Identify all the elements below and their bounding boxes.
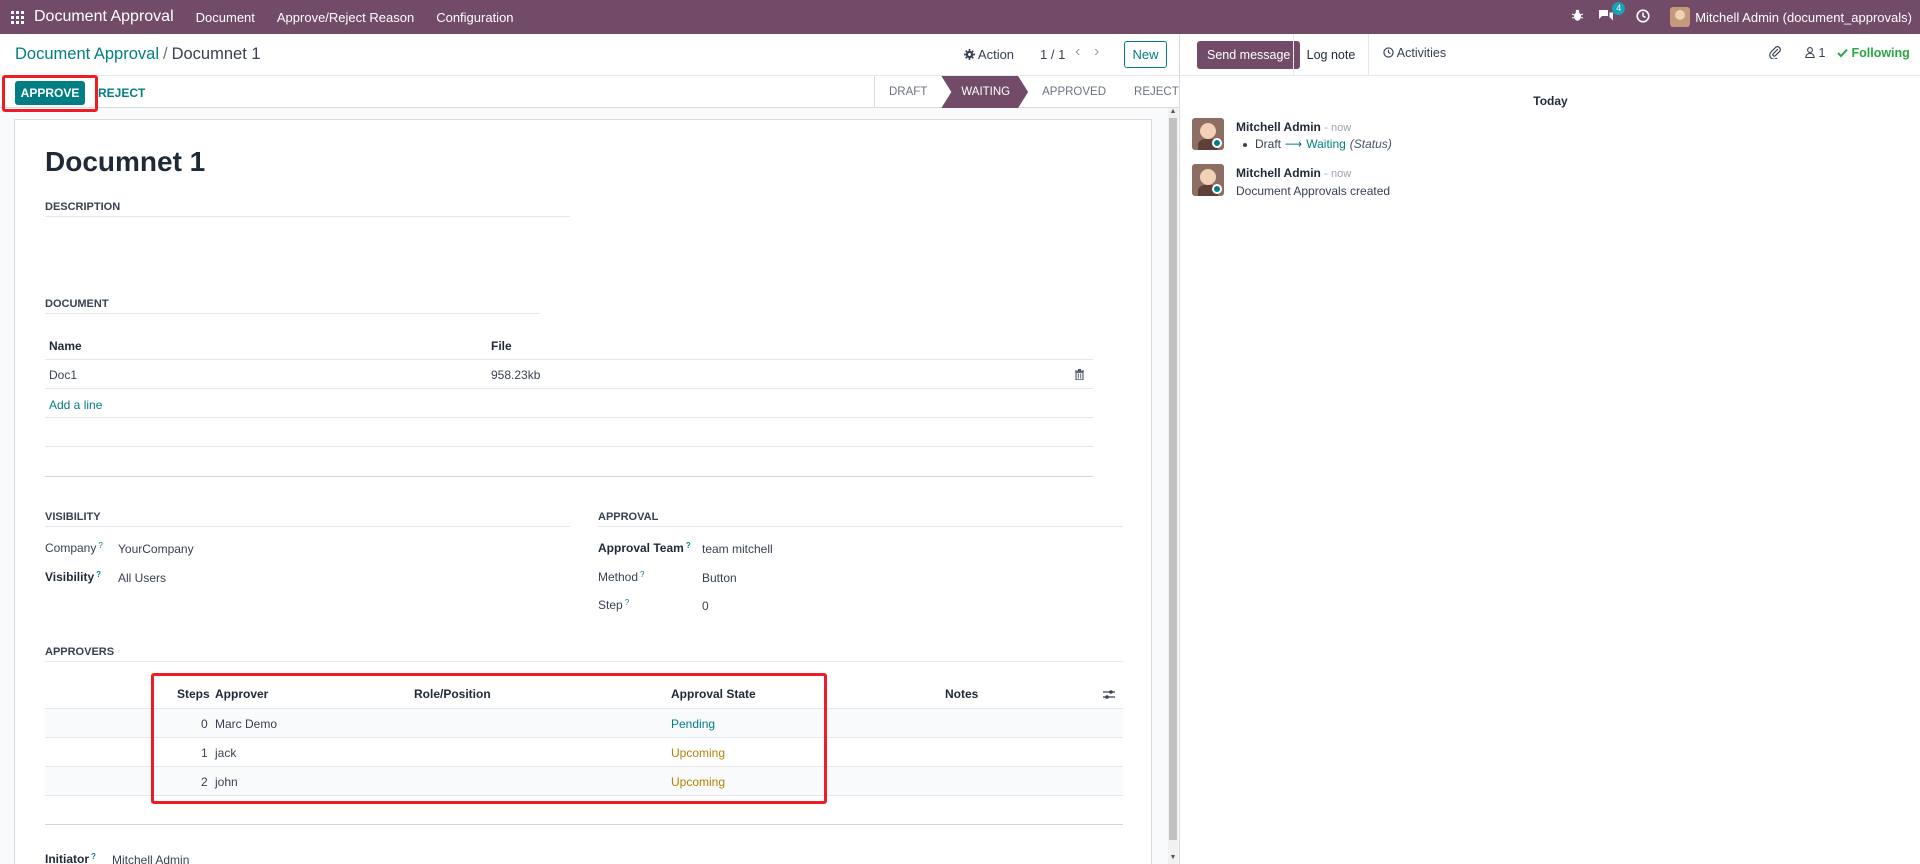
- doc-row-file[interactable]: 958.23kb: [491, 368, 540, 382]
- form-pane: Document Approval / Documnet 1 Action 1 / …: [0, 34, 1180, 864]
- doc-header-line: [45, 359, 1093, 360]
- method-label: Method?: [598, 570, 645, 584]
- stage-waiting[interactable]: WAITING: [941, 76, 1028, 108]
- following-button[interactable]: Following: [1837, 46, 1910, 60]
- breadcrumb-separator: /: [163, 45, 168, 63]
- stage-rejected[interactable]: REJECTED: [1120, 76, 1179, 108]
- add-line-link[interactable]: Add a line: [49, 398, 102, 412]
- approval-team-value[interactable]: team mitchell: [702, 542, 773, 556]
- clock-icon: [1383, 47, 1394, 58]
- scroll-down-icon[interactable]: ▼: [1169, 854, 1177, 861]
- visibility-label: Visibility?: [45, 570, 102, 584]
- message-1-author[interactable]: Mitchell Admin - now: [1236, 120, 1351, 134]
- chatter-topbar: Send message Log note Activities 1 Follo…: [1181, 34, 1920, 76]
- message-2-body: Document Approvals created: [1236, 184, 1391, 198]
- activity-clock-icon[interactable]: [1636, 8, 1650, 26]
- user-avatar: [1670, 7, 1691, 27]
- control-panel: Document Approval / Documnet 1 Action 1 / …: [0, 34, 1179, 75]
- approval-team-label: Approval Team?: [598, 541, 691, 555]
- record-title[interactable]: Documnet 1: [45, 146, 205, 178]
- chat-badge: 4: [1612, 2, 1626, 15]
- doc-col-name[interactable]: Name: [49, 339, 82, 353]
- attachment-paperclip-icon[interactable]: [1769, 45, 1781, 62]
- scroll-up-icon[interactable]: ▲: [1169, 108, 1177, 115]
- visibility-section-title: VISIBILITY: [45, 511, 101, 523]
- top-navbar: Document Approval Document Approve/Rejec…: [0, 0, 1920, 34]
- method-value[interactable]: Button: [702, 571, 737, 585]
- menu-document[interactable]: Document: [196, 10, 255, 25]
- stage-approved[interactable]: APPROVED: [1028, 76, 1120, 108]
- followers-button[interactable]: 1: [1805, 46, 1825, 60]
- new-button[interactable]: New: [1124, 41, 1167, 68]
- visibility-divider: [45, 526, 570, 527]
- company-value[interactable]: YourCompany: [118, 542, 194, 556]
- app-brand[interactable]: Document Approval: [34, 8, 174, 26]
- chatter-pane: Send message Log note Activities 1 Follo…: [1181, 34, 1920, 864]
- approver-col-notes[interactable]: Notes: [945, 687, 978, 701]
- form-sheet: Documnet 1 DESCRIPTION DOCUMENT Name Fil…: [14, 119, 1152, 864]
- stage-draft[interactable]: DRAFT: [875, 76, 941, 108]
- action-menu-button[interactable]: Action: [964, 47, 1014, 62]
- breadcrumb: Document Approval / Documnet 1: [15, 45, 261, 64]
- doc-col-file[interactable]: File: [491, 339, 512, 353]
- approvers-divider: [45, 661, 1123, 662]
- gear-icon: [964, 49, 975, 60]
- menu-configuration[interactable]: Configuration: [436, 10, 513, 25]
- breadcrumb-current: Documnet 1: [171, 45, 261, 63]
- initiator-value[interactable]: Mitchell Admin: [112, 853, 189, 864]
- debug-bug-icon[interactable]: [1571, 9, 1584, 25]
- chat-icon[interactable]: 4: [1598, 2, 1626, 25]
- approval-divider: [598, 526, 1123, 527]
- approve-highlight-box: [2, 75, 98, 112]
- user-icon: [1805, 47, 1815, 59]
- check-icon: [1837, 48, 1848, 58]
- pager-prev-icon[interactable]: ‹: [1075, 43, 1080, 61]
- following-label: Following: [1851, 46, 1910, 60]
- log-note-button[interactable]: Log note: [1293, 34, 1369, 76]
- approvers-section-title: APPROVERS: [45, 646, 115, 658]
- breadcrumb-parent[interactable]: Document Approval: [15, 45, 159, 63]
- trash-icon[interactable]: [1075, 369, 1084, 380]
- action-label: Action: [977, 47, 1015, 62]
- reject-button[interactable]: REJECT: [98, 86, 145, 100]
- online-status-dot: [1212, 184, 1222, 194]
- doc-row-line-2: [45, 417, 1093, 418]
- pager-value[interactable]: 1 / 1: [1040, 47, 1065, 62]
- doc-table-bottom: [45, 476, 1093, 477]
- doc-row-line: [45, 388, 1093, 389]
- message-2-author[interactable]: Mitchell Admin - now: [1236, 166, 1351, 180]
- company-label: Company?: [45, 541, 103, 555]
- online-status-dot: [1212, 138, 1222, 148]
- arrow-right-icon: ⟶: [1285, 137, 1303, 151]
- description-divider: [45, 216, 570, 217]
- menu-approve-reject-reason[interactable]: Approve/Reject Reason: [277, 10, 414, 25]
- status-bar: APPROVE REJECT DRAFT WAITING APPROVED RE…: [0, 75, 1179, 112]
- apps-menu-icon[interactable]: [0, 0, 34, 34]
- step-label: Step?: [598, 598, 630, 612]
- scroll-thumb[interactable]: [1169, 118, 1177, 840]
- message-1-tracking: Draft ⟶ Waiting (Status): [1243, 137, 1392, 151]
- column-settings-icon[interactable]: [1103, 689, 1115, 700]
- stage-pipeline: DRAFT WAITING APPROVED REJECTED: [874, 76, 1179, 108]
- send-message-button[interactable]: Send message: [1197, 41, 1301, 69]
- followers-count: 1: [1818, 46, 1826, 60]
- activities-label: Activities: [1396, 46, 1447, 60]
- description-section-title: DESCRIPTION: [45, 201, 121, 213]
- user-name: Mitchell Admin (document_approvals): [1695, 9, 1912, 25]
- document-section-title: DOCUMENT: [45, 298, 109, 310]
- doc-row-line-3: [45, 446, 1093, 447]
- activities-button[interactable]: Activities: [1383, 46, 1446, 60]
- initiator-label: Initiator?: [45, 852, 96, 864]
- pager-next-icon[interactable]: ›: [1094, 43, 1099, 61]
- form-scrollbar[interactable]: ▲ ▼: [1168, 108, 1178, 864]
- approvers-highlight-box: [151, 673, 827, 804]
- approvers-bottom-line: [45, 824, 1123, 825]
- approval-section-title: APPROVAL: [598, 511, 659, 523]
- date-separator-today: Today: [1533, 94, 1568, 108]
- user-menu[interactable]: Mitchell Admin (document_approvals): [1670, 7, 1912, 27]
- step-value[interactable]: 0: [702, 599, 709, 613]
- document-divider: [45, 313, 540, 314]
- visibility-value[interactable]: All Users: [118, 571, 166, 585]
- doc-row-name[interactable]: Doc1: [49, 368, 77, 382]
